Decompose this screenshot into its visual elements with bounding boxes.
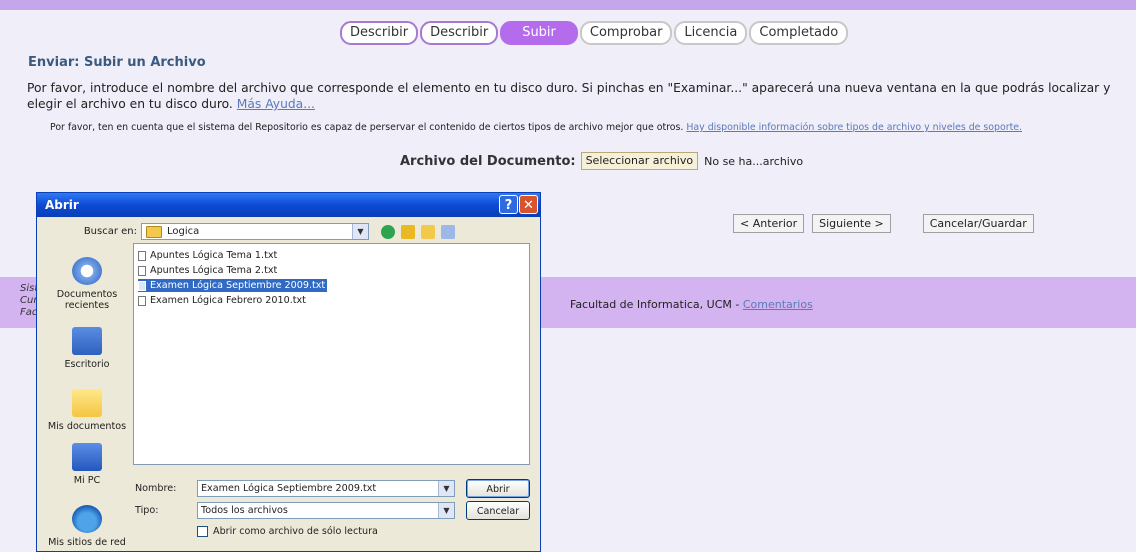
list-item[interactable]: Apuntes Lógica Tema 1.txt [138, 249, 277, 262]
dialog-title: Abrir [45, 198, 79, 212]
place-label: Mis documentos [47, 421, 127, 432]
note-text: Por favor, ten en cuenta que el sistema … [50, 122, 684, 133]
step-comprobar: Comprobar [579, 21, 673, 45]
chevron-down-icon[interactable]: ▼ [352, 224, 368, 239]
wizard-steps: Describir Describir Subir Comprobar Lice… [340, 21, 850, 45]
chevron-down-icon[interactable]: ▼ [438, 503, 454, 518]
comments-link[interactable]: Comentarios [743, 298, 813, 311]
filename-input[interactable]: Examen Lógica Septiembre 2009.txt ▼ [197, 480, 455, 497]
look-in-value: Logica [167, 226, 200, 237]
open-file-dialog: Abrir ? ✕ Buscar en: Logica ▼ Documentos… [36, 192, 541, 552]
filetype-label: Tipo: [135, 505, 159, 516]
intro-paragraph: Por favor, introduce el nombre del archi… [27, 80, 1117, 112]
cancel-button[interactable]: Cancelar [466, 501, 530, 520]
file-upload-row: Archivo del Documento: Seleccionar archi… [400, 152, 803, 170]
file-label: Archivo del Documento: [400, 153, 576, 169]
place-desktop[interactable]: Escritorio [43, 327, 131, 370]
help-link[interactable]: Más Ayuda... [237, 97, 315, 111]
filename-value: Examen Lógica Septiembre 2009.txt [201, 483, 377, 494]
place-network[interactable]: Mis sitios de red [43, 505, 131, 548]
nav-buttons: < Anterior Siguiente > Cancelar/Guardar [733, 214, 1042, 233]
desktop-icon [72, 327, 102, 355]
readonly-option[interactable]: Abrir como archivo de sólo lectura [197, 526, 378, 537]
step-describir-2[interactable]: Describir [420, 21, 499, 45]
file-name: Examen Lógica Febrero 2010.txt [150, 295, 306, 306]
readonly-checkbox[interactable] [197, 526, 208, 537]
select-file-button[interactable]: Seleccionar archivo [580, 152, 699, 170]
back-icon[interactable] [381, 224, 395, 239]
file-name: Apuntes Lógica Tema 2.txt [150, 265, 278, 276]
views-menu-icon[interactable] [441, 224, 455, 239]
footer-credit: Facultad de Informatica, UCM - [570, 298, 743, 311]
chevron-down-icon[interactable]: ▼ [438, 481, 454, 496]
new-folder-icon[interactable] [421, 224, 435, 239]
place-label: Escritorio [64, 359, 110, 370]
top-band [0, 0, 1136, 10]
filename-row: Nombre: Examen Lógica Septiembre 2009.tx… [135, 480, 455, 497]
my-computer-icon [72, 443, 102, 471]
text-file-icon [138, 280, 146, 291]
file-name: Apuntes Lógica Tema 1.txt [150, 250, 278, 261]
cancel-save-button[interactable]: Cancelar/Guardar [922, 214, 1034, 233]
text-file-icon [138, 265, 146, 276]
filetype-select[interactable]: Todos los archivos ▼ [197, 502, 455, 519]
close-icon[interactable]: ✕ [519, 195, 538, 214]
filetype-row: Tipo: Todos los archivos ▼ [135, 502, 455, 519]
dialog-toolbar [381, 224, 461, 239]
open-button[interactable]: Abrir [466, 479, 530, 498]
page-title: Enviar: Subir un Archivo [28, 55, 206, 70]
place-label: Mis sitios de red [48, 537, 126, 548]
filetype-value: Todos los archivos [201, 505, 288, 516]
network-places-icon [72, 505, 102, 533]
list-item[interactable]: Apuntes Lógica Tema 2.txt [138, 264, 277, 277]
previous-button[interactable]: < Anterior [733, 214, 805, 233]
up-folder-icon[interactable] [401, 224, 415, 239]
list-item[interactable]: Examen Lógica Febrero 2010.txt [138, 294, 306, 307]
place-my-computer[interactable]: Mi PC [43, 443, 131, 486]
format-support-link[interactable]: Hay disponible información sobre tipos d… [686, 122, 1022, 133]
step-completado: Completado [749, 21, 849, 45]
next-button[interactable]: Siguiente > [812, 214, 891, 233]
look-in-row: Buscar en: Logica ▼ [47, 223, 461, 240]
text-file-icon [138, 295, 146, 306]
look-in-label: Buscar en: [83, 226, 137, 237]
footer-text: Facultad de Informatica, UCM - Comentari… [570, 298, 813, 311]
dialog-titlebar[interactable]: Abrir ? ✕ [37, 193, 540, 217]
my-documents-icon [72, 389, 102, 417]
places-bar: Documentos recientes Escritorio Mis docu… [43, 243, 131, 548]
filename-label: Nombre: [135, 483, 177, 494]
format-note: Por favor, ten en cuenta que el sistema … [50, 122, 1022, 133]
recent-documents-icon [72, 257, 102, 285]
readonly-label: Abrir como archivo de sólo lectura [213, 526, 378, 537]
place-label: Documentos recientes [56, 289, 118, 311]
place-label: Mi PC [73, 475, 101, 486]
step-describir-1[interactable]: Describir [340, 21, 419, 45]
help-icon[interactable]: ? [499, 195, 518, 214]
list-item-selected[interactable]: Examen Lógica Septiembre 2009.txt [138, 279, 328, 292]
text-file-icon [138, 250, 146, 261]
look-in-select[interactable]: Logica ▼ [141, 223, 369, 240]
file-list: Apuntes Lógica Tema 1.txt Apuntes Lógica… [133, 243, 530, 465]
intro-text: Por favor, introduce el nombre del archi… [27, 81, 1111, 111]
step-licencia: Licencia [674, 21, 748, 45]
file-status: No se ha...archivo [704, 154, 804, 168]
step-subir[interactable]: Subir [500, 21, 578, 45]
file-name: Examen Lógica Septiembre 2009.txt [150, 280, 326, 291]
folder-icon [146, 225, 162, 238]
place-my-documents[interactable]: Mis documentos [43, 389, 131, 432]
place-recent-documents[interactable]: Documentos recientes [43, 257, 131, 311]
